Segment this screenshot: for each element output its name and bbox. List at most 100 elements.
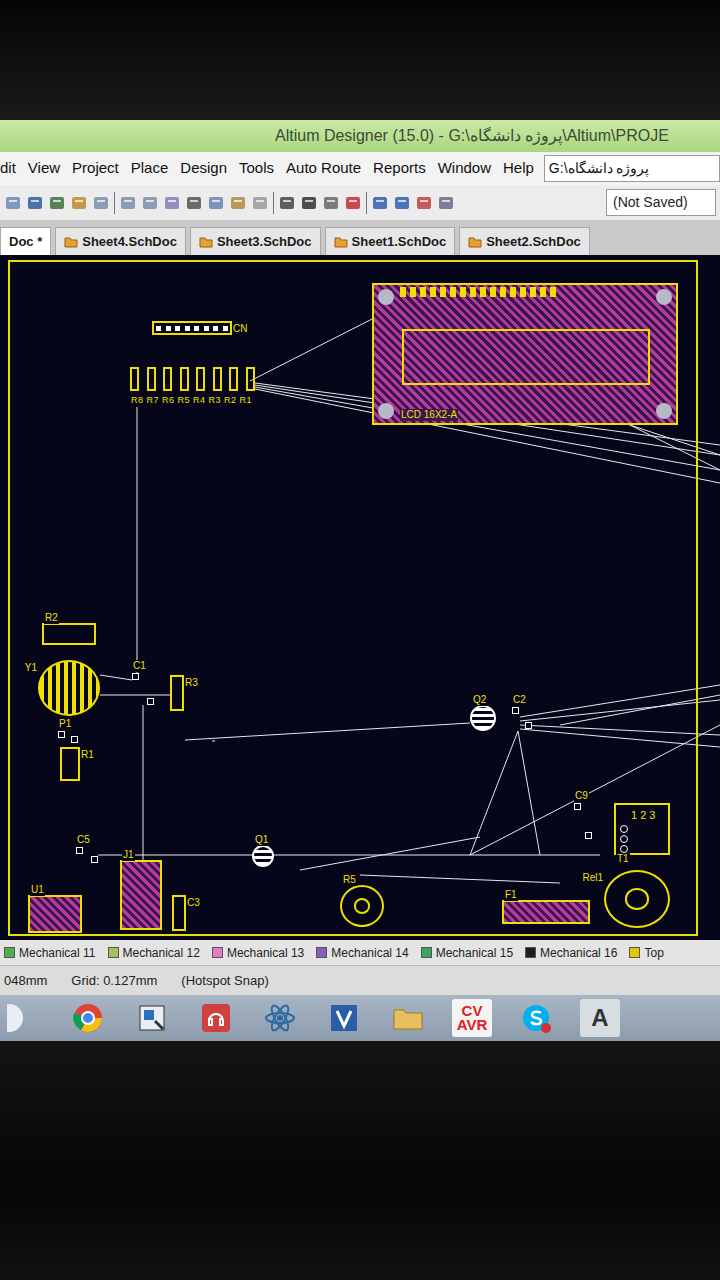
lcd-pin xyxy=(510,287,516,297)
pcb-component[interactable]: Rel1 xyxy=(604,870,670,928)
pcb-component[interactable]: F1 xyxy=(502,900,590,924)
deselect-icon[interactable] xyxy=(322,194,340,212)
altium-button[interactable]: A xyxy=(580,999,620,1037)
component-label: F1 xyxy=(504,889,518,901)
menu-item[interactable]: dit xyxy=(0,157,22,180)
menu-bar: ditViewProjectPlaceDesignToolsAuto Route… xyxy=(0,152,720,185)
folder-icon xyxy=(199,236,213,248)
pencil-icon[interactable] xyxy=(415,194,433,212)
zoom-area-icon[interactable] xyxy=(119,194,137,212)
layer-tab[interactable]: Mechanical 14 xyxy=(316,944,412,962)
layer-tab[interactable]: Mechanical 13 xyxy=(212,944,308,962)
tab-label: Doc * xyxy=(9,232,42,252)
layer-tab[interactable]: Top xyxy=(629,944,667,962)
window-title: Altium Designer (15.0) - G:\پروژه دانشگا… xyxy=(275,124,669,148)
menu-item[interactable]: Project xyxy=(66,157,125,180)
document-tab[interactable]: Doc * xyxy=(0,227,51,255)
document-tab[interactable]: Sheet1.SchDoc xyxy=(325,227,456,255)
pcb-component[interactable]: Q1 xyxy=(252,845,274,867)
chrome-button[interactable] xyxy=(68,999,108,1037)
pcb-component[interactable]: 1 2 3T1 xyxy=(614,803,670,855)
pcb-component[interactable]: R1 xyxy=(60,747,80,781)
pcb-component[interactable]: LCD 16X2-A xyxy=(372,283,678,425)
clipboard-glyph-icon xyxy=(251,194,269,212)
start-orb-button[interactable] xyxy=(4,999,44,1037)
menu-item[interactable]: Tools xyxy=(233,157,280,180)
pcb-component[interactable]: C1 xyxy=(132,673,154,705)
resistor-body xyxy=(196,367,205,391)
visual-studio-button[interactable] xyxy=(324,999,364,1037)
folder-icon xyxy=(334,236,348,248)
resistor-body xyxy=(246,367,255,391)
document-tab[interactable]: Sheet3.SchDoc xyxy=(190,227,321,255)
skype-button[interactable] xyxy=(516,999,556,1037)
menu-item[interactable]: Place xyxy=(125,157,175,180)
tab-label: Sheet4.SchDoc xyxy=(82,232,177,252)
move-icon[interactable] xyxy=(300,194,318,212)
toolbar-separator xyxy=(366,192,367,214)
pcb-component[interactable]: R5 xyxy=(340,885,384,927)
clipboard-icon[interactable] xyxy=(251,194,269,212)
pcb-component[interactable]: R2 xyxy=(42,623,96,645)
filter-icon[interactable] xyxy=(163,194,181,212)
music-player-button[interactable] xyxy=(196,999,236,1037)
lcd-pin xyxy=(490,287,496,297)
select-icon[interactable] xyxy=(278,194,296,212)
undo-icon[interactable] xyxy=(371,194,389,212)
menu-item[interactable]: Help xyxy=(497,157,540,180)
layer-tab[interactable]: Mechanical 16 xyxy=(525,944,621,962)
resistor-row xyxy=(130,367,255,391)
zoom-fit-icon[interactable] xyxy=(92,194,110,212)
component-label: Y1 xyxy=(24,662,38,674)
redo-icon[interactable] xyxy=(393,194,411,212)
menu-item[interactable]: Design xyxy=(174,157,233,180)
pcb-component[interactable]: C9 xyxy=(574,803,592,839)
menu-item[interactable]: View xyxy=(22,157,66,180)
browse-icon[interactable] xyxy=(437,194,455,212)
menu-item[interactable]: Window xyxy=(432,157,497,180)
component-label: Q1 xyxy=(254,834,269,846)
zoom-select-icon[interactable] xyxy=(141,194,159,212)
path-field[interactable]: G:\پروژه دانشگاه xyxy=(544,155,720,182)
pad xyxy=(91,856,98,863)
layer-tab[interactable]: Mechanical 11 xyxy=(4,944,100,962)
menu-item[interactable]: Auto Route xyxy=(280,157,367,180)
document-tab[interactable]: Sheet2.SchDoc xyxy=(459,227,590,255)
layers-icon[interactable] xyxy=(26,194,44,212)
lcd-pin xyxy=(420,287,426,297)
codevision-avr-button[interactable]: CVAVR xyxy=(452,999,492,1037)
zoom-icon[interactable] xyxy=(4,194,22,212)
pad xyxy=(76,847,83,854)
tab-label: Sheet2.SchDoc xyxy=(486,232,581,252)
terminal xyxy=(620,835,628,843)
document-tab[interactable]: Sheet4.SchDoc xyxy=(55,227,186,255)
atom-app-button[interactable] xyxy=(260,999,300,1037)
cut-icon[interactable] xyxy=(185,194,203,212)
board-icon[interactable] xyxy=(48,194,66,212)
file-explorer-icon xyxy=(391,1001,425,1035)
component-label: C9 xyxy=(574,790,589,802)
pcb-component[interactable]: CN xyxy=(152,321,232,335)
pcb-component[interactable]: J1 xyxy=(120,860,162,930)
paste-icon[interactable] xyxy=(229,194,247,212)
pcb-component[interactable]: C5 xyxy=(76,847,98,863)
pcb-component[interactable]: Y1 xyxy=(38,660,100,716)
pcb-component[interactable]: R3 xyxy=(170,675,184,711)
screen-capture-button[interactable] xyxy=(132,999,172,1037)
mount-hole xyxy=(378,403,394,419)
pcb-component[interactable]: U1 xyxy=(28,895,82,933)
terminal xyxy=(620,825,628,833)
copy-icon[interactable] xyxy=(207,194,225,212)
layer-tab[interactable]: Mechanical 12 xyxy=(108,944,204,962)
pcb-component[interactable]: R8 R7 R6 R5 R4 R3 R2 R1 xyxy=(130,367,255,407)
clear-icon[interactable] xyxy=(344,194,362,212)
menu-item[interactable]: Reports xyxy=(367,157,432,180)
pcb-component[interactable]: Q2 xyxy=(470,705,496,731)
pcb-canvas[interactable]: LCD 16X2-A CN R8 R7 R6 R5 R4 R3 R2 R1 R2 Y1 C… xyxy=(0,255,720,940)
panel-icon[interactable] xyxy=(70,194,88,212)
layer-tab[interactable]: Mechanical 15 xyxy=(421,944,517,962)
file-explorer-button[interactable] xyxy=(388,999,428,1037)
pcb-component[interactable]: C3 xyxy=(172,895,186,931)
pcb-component[interactable]: C2 xyxy=(512,707,532,729)
pcb-component[interactable]: P1 xyxy=(58,731,78,743)
